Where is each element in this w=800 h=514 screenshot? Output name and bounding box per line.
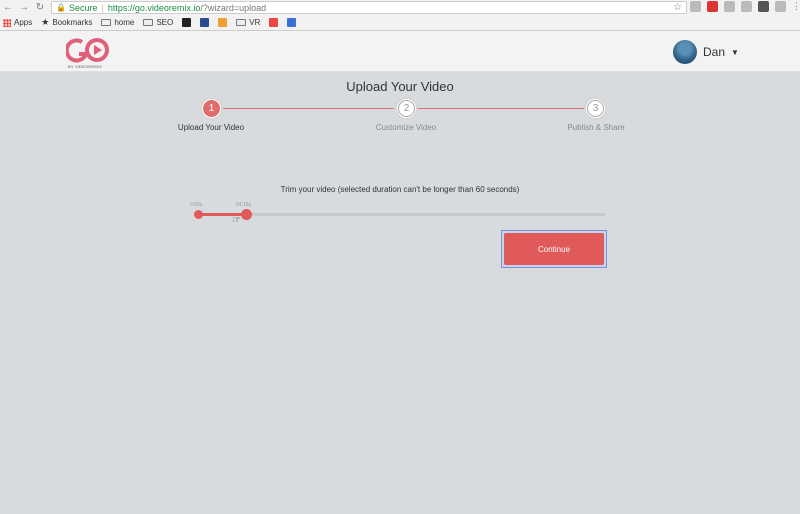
extension-icon[interactable] (690, 1, 701, 12)
step-2-label: Customize Video (375, 123, 437, 132)
bookmark-icon[interactable] (182, 18, 192, 27)
trim-start-handle[interactable] (194, 210, 203, 219)
page-title: Upload Your Video (346, 79, 454, 94)
logo-subtitle: BY VIDEOREMIX (68, 64, 103, 69)
bookmark-icon[interactable] (269, 18, 279, 27)
user-name[interactable]: Dan (703, 45, 725, 59)
extension-icon[interactable] (707, 1, 718, 12)
continue-button[interactable]: Continue (504, 233, 604, 265)
bookmark-vr[interactable]: VR (236, 18, 260, 27)
step-2-indicator[interactable]: 2 (395, 97, 418, 120)
step-number: 3 (587, 100, 604, 117)
step-1-label: Upload Your Video (177, 123, 245, 132)
separator: | (101, 2, 104, 13)
trim-instruction: Trim your video (selected duration can't… (280, 185, 520, 194)
folder-icon (143, 19, 154, 26)
bookmark-icon[interactable] (287, 18, 297, 27)
bookmark-seo[interactable]: SEO (143, 18, 173, 27)
bookmark-star-icon[interactable]: ☆ (673, 2, 682, 13)
extension-icons: ⋮ (690, 1, 800, 12)
bookmark-icon[interactable] (218, 18, 228, 27)
extension-icon[interactable] (741, 1, 752, 12)
bookmark-label: SEO (156, 18, 174, 27)
step-connector (418, 108, 584, 109)
bookmark-label: VR (249, 18, 261, 27)
address-bar[interactable]: 🔒 Secure | https://go.videoremix.io /?wi… (51, 1, 687, 14)
bookmark-label: Bookmarks (52, 18, 93, 27)
extension-icon[interactable] (724, 1, 735, 12)
browser-toolbar: ← → ↻ 🔒 Secure | https://go.videoremix.i… (0, 0, 800, 15)
trim-slider-track[interactable] (198, 213, 605, 216)
bookmark-label: home (114, 18, 135, 27)
star-icon: ★ (41, 17, 50, 27)
step-connector (222, 108, 394, 109)
extension-icon[interactable] (758, 1, 769, 12)
trim-end-label: 54.15s (236, 202, 252, 208)
app-header: BY VIDEOREMIX Dan ▼ (0, 31, 800, 72)
step-number: 2 (398, 100, 415, 117)
extension-icon[interactable] (775, 1, 786, 12)
lock-icon: 🔒 (56, 3, 66, 12)
reload-icon[interactable]: ↻ (32, 2, 48, 13)
secure-label: Secure (68, 2, 98, 13)
folder-icon (236, 19, 247, 26)
step-3-label: Publish & Share (567, 123, 625, 132)
bookmark-apps[interactable]: Apps (3, 18, 32, 27)
step-number: 1 (203, 100, 220, 117)
bookmarks-bar: Apps ★ Bookmarks home SEO VR (0, 15, 800, 31)
back-icon[interactable]: ← (0, 2, 16, 13)
step-3-indicator[interactable]: 3 (584, 97, 607, 120)
step-1-indicator[interactable]: 1 (200, 97, 223, 120)
menu-icon[interactable]: ⋮ (792, 1, 800, 12)
user-menu[interactable]: Dan ▼ (673, 40, 739, 64)
avatar[interactable] (673, 40, 697, 64)
trim-end-handle[interactable] (241, 209, 252, 220)
bookmark-label: Apps (14, 18, 33, 27)
forward-icon[interactable]: → (16, 2, 32, 13)
trim-start-label: 0.00s (190, 202, 203, 208)
continue-button-focus-ring: Continue (501, 230, 607, 268)
apps-grid-icon (3, 18, 11, 27)
hand-cursor-icon: ☞ (232, 215, 241, 226)
url-path: /?wizard=upload (200, 2, 267, 13)
folder-icon (101, 19, 112, 26)
bookmark-bookmarks[interactable]: ★ Bookmarks (41, 17, 92, 28)
bookmark-icon[interactable] (200, 18, 210, 27)
caret-down-icon[interactable]: ▼ (731, 48, 739, 57)
url-host: https://go.videoremix.io (107, 2, 201, 13)
bookmark-home[interactable]: home (101, 18, 134, 27)
